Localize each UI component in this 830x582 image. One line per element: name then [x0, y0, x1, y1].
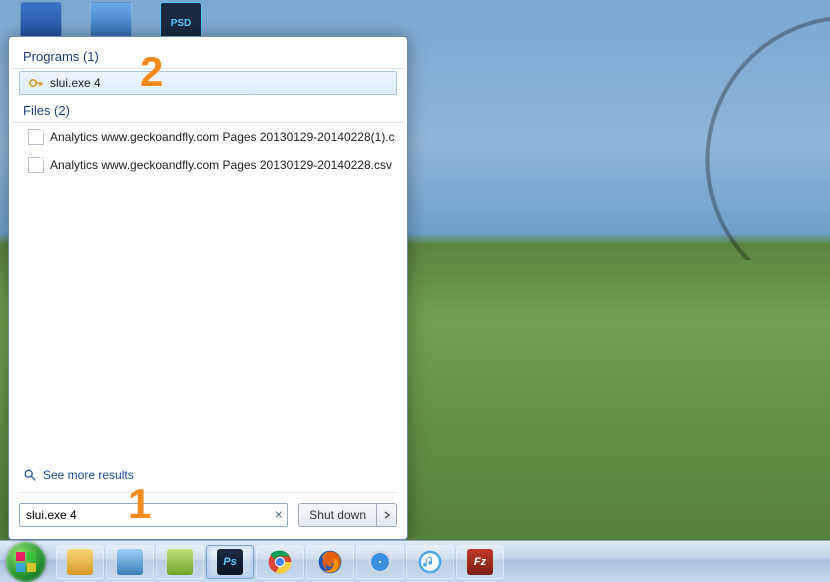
firefox-icon: [317, 549, 343, 575]
taskbar-item-safari[interactable]: [356, 545, 404, 579]
file-explorer-icon: [67, 549, 93, 575]
see-more-label: See more results: [43, 468, 134, 482]
photoshop-icon: Ps: [217, 549, 243, 575]
safari-icon: [367, 549, 393, 575]
search-result-file[interactable]: Analytics www.geckoandfly.com Pages 2013…: [19, 125, 397, 149]
start-menu-footer: ✕ Shut down: [13, 497, 403, 533]
taskbar-item-itunes[interactable]: [406, 545, 454, 579]
result-label: Analytics www.geckoandfly.com Pages 2013…: [50, 130, 397, 144]
search-input[interactable]: [20, 508, 287, 522]
shutdown-button-group: Shut down: [298, 503, 397, 527]
file-icon: [28, 129, 44, 145]
search-result-program[interactable]: slui.exe 4: [19, 71, 397, 95]
calculator-icon: [117, 549, 143, 575]
result-label: Analytics www.geckoandfly.com Pages 2013…: [50, 158, 392, 172]
taskbar-item-file-explorer[interactable]: [56, 545, 104, 579]
search-icon: [23, 468, 37, 482]
chrome-icon: [267, 549, 293, 575]
see-more-results-link[interactable]: See more results: [13, 462, 403, 488]
file-icon: [28, 157, 44, 173]
taskbar: Ps Fz: [0, 540, 830, 582]
start-menu-search-results: Programs (1) slui.exe 4 Files (2) Analyt…: [8, 36, 408, 540]
result-label: slui.exe 4: [50, 76, 101, 90]
annotation-1: 1: [128, 480, 151, 528]
taskbar-item-notepad-plus[interactable]: [156, 545, 204, 579]
clear-search-icon[interactable]: ✕: [274, 509, 283, 522]
taskbar-item-firefox[interactable]: [306, 545, 354, 579]
divider: [19, 492, 397, 493]
taskbar-item-calculator[interactable]: [106, 545, 154, 579]
search-input-wrapper: ✕: [19, 503, 288, 527]
files-header: Files (2): [13, 97, 403, 123]
start-button[interactable]: [6, 542, 46, 582]
taskbar-item-photoshop[interactable]: Ps: [206, 545, 254, 579]
itunes-icon: [417, 549, 443, 575]
taskbar-items: Ps Fz: [52, 545, 504, 579]
search-result-file[interactable]: Analytics www.geckoandfly.com Pages 2013…: [19, 153, 397, 177]
shutdown-options-button[interactable]: [377, 503, 397, 527]
programs-header: Programs (1): [13, 43, 403, 69]
taskbar-item-filezilla[interactable]: Fz: [456, 545, 504, 579]
shutdown-button[interactable]: Shut down: [298, 503, 377, 527]
annotation-2: 2: [140, 48, 163, 96]
chevron-right-icon: [383, 508, 391, 522]
key-icon: [28, 75, 44, 91]
windows-logo-icon: [14, 550, 38, 574]
notepad-plus-icon: [167, 549, 193, 575]
filezilla-icon: Fz: [467, 549, 493, 575]
taskbar-item-chrome[interactable]: [256, 545, 304, 579]
